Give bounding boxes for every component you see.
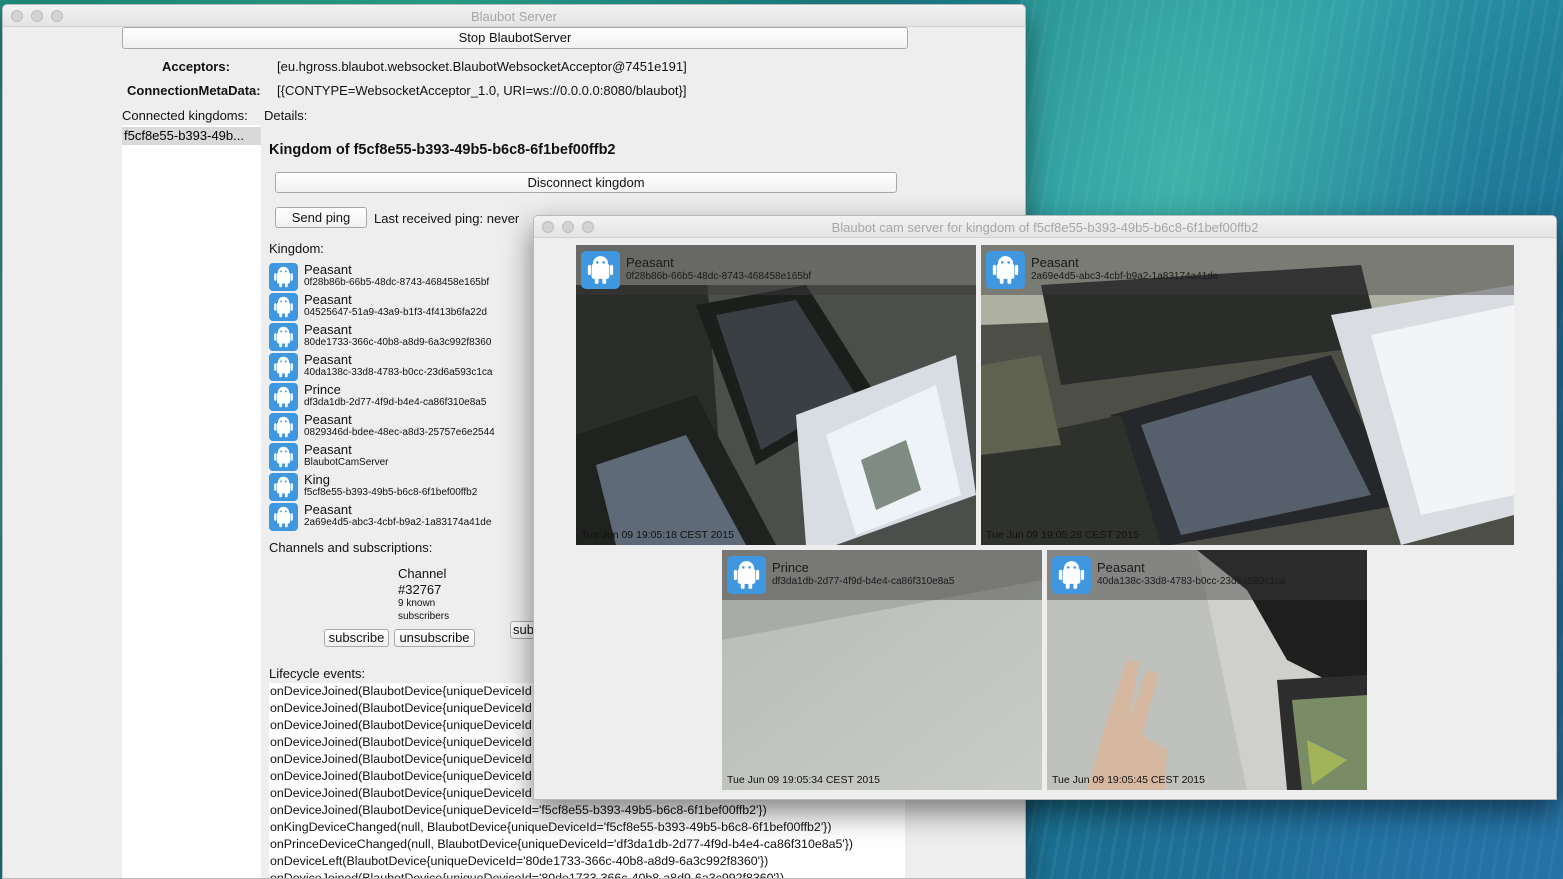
kingdom-list-item[interactable]: f5cf8e55-b393-49b... — [122, 127, 261, 145]
details-label: Details: — [264, 108, 308, 123]
feed-header: Prince df3da1db-2d77-4f9d-b4e4-ca86f310e… — [722, 550, 1042, 600]
camera-feed: Peasant 0f28b86b-66b5-48dc-8743-468458e1… — [576, 245, 976, 545]
feed-timestamp: Tue Jun 09 19:05:45 CEST 2015 — [1052, 774, 1205, 786]
log-line: onDeviceLeft(BlaubotDevice{uniqueDeviceI… — [270, 854, 769, 868]
android-robot-icon — [269, 323, 298, 351]
subscribe-button[interactable]: subscribe — [324, 629, 389, 647]
feed-uuid: 40da138c-33d8-4783-b0cc-23d6a593c1ca — [1097, 576, 1286, 587]
kingdom-member: Peasant 04525647-51a9-43a9-b1f3-4f413b6f… — [269, 292, 531, 322]
channel-subscribers-count: 9 known — [398, 598, 436, 609]
android-robot-icon — [269, 503, 298, 531]
kingdom-member: King f5cf8e55-b393-49b5-b6c8-6f1bef00ffb… — [269, 472, 531, 502]
member-uuid: f5cf8e55-b393-49b5-b6c8-6f1bef00ffb2 — [304, 487, 478, 498]
android-robot-icon — [1052, 556, 1091, 594]
member-uuid: df3da1db-2d77-4f9d-b4e4-ca86f310e8a5 — [304, 397, 487, 408]
window-title: Blaubot Server — [471, 9, 557, 24]
feed-header: Peasant 2a69e4d5-abc3-4cbf-b9a2-1a83174a… — [981, 245, 1514, 295]
cam-window-title: Blaubot cam server for kingdom of f5cf8e… — [831, 220, 1259, 235]
member-uuid: 0f28b86b-66b5-48dc-8743-468458e165bf — [304, 277, 490, 288]
member-role: Peasant — [304, 442, 352, 457]
channel-id: #32767 — [398, 582, 442, 597]
android-robot-icon — [727, 556, 766, 594]
feed-header: Peasant 40da138c-33d8-4783-b0cc-23d6a593… — [1047, 550, 1367, 600]
kingdom-member: Peasant 80de1733-366c-40b8-a8d9-6a3c992f… — [269, 322, 531, 352]
feed-timestamp: Tue Jun 09 19:05:34 CEST 2015 — [727, 774, 880, 786]
feed-header: Peasant 0f28b86b-66b5-48dc-8743-468458e1… — [576, 245, 976, 295]
android-robot-icon — [581, 251, 620, 289]
kingdom-member: Peasant 40da138c-33d8-4783-b0cc-23d6a593… — [269, 352, 531, 382]
channel-title: Channel — [398, 566, 447, 581]
feed-role: Peasant — [626, 255, 674, 270]
unsubscribe-button[interactable]: unsubscribe — [394, 629, 475, 647]
feed-uuid: df3da1db-2d77-4f9d-b4e4-ca86f310e8a5 — [772, 576, 955, 587]
member-role: Peasant — [304, 352, 352, 367]
acceptors-value: [eu.hgross.blaubot.websocket.BlaubotWebs… — [277, 59, 687, 74]
member-uuid: 0829346d-bdee-48ec-a8d3-25757e6e2544 — [304, 427, 495, 438]
feed-uuid: 2a69e4d5-abc3-4cbf-b9a2-1a83174a41de — [1031, 271, 1219, 282]
camera-feed: Prince df3da1db-2d77-4f9d-b4e4-ca86f310e… — [722, 550, 1042, 790]
feed-timestamp: Tue Jun 09 19:05:18 CEST 2015 — [581, 529, 734, 541]
log-line: onDeviceJoined(BlaubotDevice{uniqueDevic… — [270, 871, 785, 879]
stop-server-button[interactable]: Stop BlaubotServer — [122, 27, 908, 49]
member-uuid: BlaubotCamServer — [304, 457, 389, 468]
camera-feed: Peasant 40da138c-33d8-4783-b0cc-23d6a593… — [1047, 550, 1367, 790]
android-robot-icon — [269, 443, 298, 471]
member-uuid: 2a69e4d5-abc3-4cbf-b9a2-1a83174a41de — [304, 517, 492, 528]
channel-subscribers-label: subscribers — [398, 611, 450, 622]
channels-label: Channels and subscriptions: — [269, 540, 433, 555]
feed-timestamp: Tue Jun 09 19:05:28 CEST 2015 — [986, 529, 1139, 541]
kingdom-member: Prince df3da1db-2d77-4f9d-b4e4-ca86f310e… — [269, 382, 531, 412]
member-role: Peasant — [304, 262, 352, 277]
kingdom-list[interactable]: f5cf8e55-b393-49b... — [122, 125, 261, 878]
member-role: Peasant — [304, 292, 352, 307]
meta-value: [{CONTYPE=WebsocketAcceptor_1.0, URI=ws:… — [277, 83, 687, 98]
kingdom-member: Peasant 0829346d-bdee-48ec-a8d3-25757e6e… — [269, 412, 531, 442]
kingdom-members-label: Kingdom: — [269, 241, 324, 256]
android-robot-icon — [269, 413, 298, 441]
connected-kingdoms-label: Connected kingdoms: — [122, 108, 248, 123]
android-robot-icon — [269, 293, 298, 321]
log-line: onPrinceDeviceChanged(null, BlaubotDevic… — [270, 837, 854, 851]
feed-role: Peasant — [1031, 255, 1079, 270]
cam-server-window: Blaubot cam server for kingdom of f5cf8e… — [533, 215, 1557, 800]
android-robot-icon — [269, 263, 298, 291]
log-line: onKingDeviceChanged(null, BlaubotDevice{… — [270, 820, 832, 834]
member-uuid: 40da138c-33d8-4783-b0cc-23d6a593c1ca — [304, 367, 493, 378]
member-role: Peasant — [304, 322, 352, 337]
cam-titlebar[interactable]: Blaubot cam server for kingdom of f5cf8e… — [534, 216, 1556, 238]
android-robot-icon — [269, 383, 298, 411]
member-uuid: 04525647-51a9-43a9-b1f3-4f413b6fa22d — [304, 307, 487, 318]
main-titlebar[interactable]: Blaubot Server — [3, 5, 1025, 27]
acceptors-label: Acceptors: — [162, 59, 230, 74]
member-role: King — [304, 472, 331, 487]
member-role: Peasant — [304, 502, 352, 517]
disconnect-kingdom-button[interactable]: Disconnect kingdom — [275, 172, 897, 193]
member-role: Prince — [304, 382, 341, 397]
meta-label: ConnectionMetaData: — [127, 83, 261, 98]
kingdom-member: Peasant BlaubotCamServer — [269, 442, 531, 472]
kingdom-member: Peasant 0f28b86b-66b5-48dc-8743-468458e1… — [269, 262, 531, 292]
member-role: Peasant — [304, 412, 352, 427]
lifecycle-label: Lifecycle events: — [269, 666, 366, 681]
feed-uuid: 0f28b86b-66b5-48dc-8743-468458e165bf — [626, 271, 812, 282]
send-ping-button[interactable]: Send ping — [275, 207, 367, 228]
kingdom-member: Peasant 2a69e4d5-abc3-4cbf-b9a2-1a83174a… — [269, 502, 531, 532]
feed-role: Prince — [772, 560, 809, 575]
camera-feed: Peasant 2a69e4d5-abc3-4cbf-b9a2-1a83174a… — [981, 245, 1514, 545]
android-robot-icon — [986, 251, 1025, 289]
member-uuid: 80de1733-366c-40b8-a8d9-6a3c992f8360 — [304, 337, 492, 348]
log-line: onDeviceJoined(BlaubotDevice{uniqueDevic… — [270, 803, 767, 817]
last-ping-label: Last received ping: never — [374, 211, 520, 226]
kingdom-heading: Kingdom of f5cf8e55-b393-49b5-b6c8-6f1be… — [269, 142, 616, 158]
feed-role: Peasant — [1097, 560, 1145, 575]
android-robot-icon — [269, 353, 298, 381]
android-robot-icon — [269, 473, 298, 501]
